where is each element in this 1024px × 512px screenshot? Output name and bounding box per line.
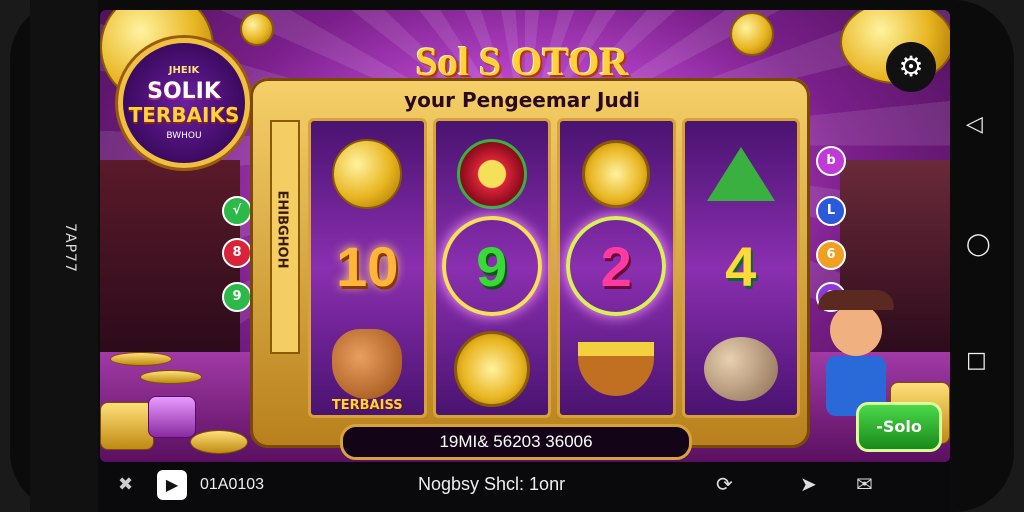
coin-stack-icon <box>190 430 248 454</box>
reel-4: 4 <box>681 118 800 419</box>
reel-2-number: 9 <box>476 234 508 298</box>
sun-coin-icon <box>436 319 549 419</box>
win-counter: 19MI& 56203 36006 <box>340 424 692 460</box>
close-icon[interactable]: ✖ <box>118 474 133 495</box>
left-chip-1[interactable]: √ <box>222 196 252 226</box>
reel-1: 10 TERBAISS <box>308 118 427 418</box>
left-chip-2[interactable]: 8 <box>222 238 252 268</box>
chat-icon[interactable]: ✉ <box>856 472 873 496</box>
treasure-sack-icon <box>685 319 798 419</box>
game-screen: JHEIK SOLIK TERBAIKS BWHOU √ 8 9 b L 6 9… <box>100 10 950 462</box>
bottom-center-text: Nogbsy Shcl: 1onr <box>418 474 566 494</box>
spin-button[interactable]: -Solo <box>856 402 942 452</box>
right-chip-1[interactable]: b <box>816 146 846 176</box>
game-logo: JHEIK SOLIK TERBAIKS BWHOU <box>118 38 250 168</box>
back-icon[interactable]: ◁ <box>966 112 983 137</box>
logo-main-text: SOLIK <box>147 79 221 104</box>
game-subtitle: your Pengeemar Judi <box>404 88 640 112</box>
coin-icon <box>730 12 774 56</box>
side-panel-label: EHIBGHOH <box>274 190 290 269</box>
chip-stack-icon <box>148 396 196 438</box>
gold-coin-stack-icon <box>311 129 424 219</box>
coin-stack-icon <box>110 352 172 366</box>
home-icon[interactable]: ◯ <box>966 232 991 257</box>
red-coin-icon <box>436 129 549 219</box>
logo-bottom-text: BWHOU <box>166 131 202 141</box>
reel-1-number: 10 <box>336 234 399 298</box>
right-chip-3[interactable]: 6 <box>816 240 846 270</box>
reel-4-number: 4 <box>725 234 757 298</box>
left-chip-3[interactable]: 9 <box>222 282 252 312</box>
coin-stack-icon <box>100 402 154 450</box>
balance-text: 01A0103 <box>200 476 265 493</box>
idol-bowl-icon <box>560 319 673 419</box>
recent-icon[interactable]: □ <box>966 348 987 373</box>
coin-stack-icon <box>140 370 202 384</box>
reels: 10 TERBAISS 9 2 4 <box>308 118 800 418</box>
device-side-label: 7AP77 <box>62 223 78 273</box>
bottom-bar: ✖ ▶ 01A0103 Nogbsy Shcl: 1onr ⟳ ➤ ✉ <box>100 462 950 512</box>
bear-mascot-icon: TERBAISS <box>311 309 424 419</box>
mascot-label: TERBAISS <box>331 398 403 413</box>
side-panel: EHIBGHOH <box>270 120 300 354</box>
reel-3: 2 <box>557 118 676 418</box>
app-icon[interactable]: ▶ <box>157 470 187 500</box>
logo-banner-text: TERBAIKS <box>128 103 240 127</box>
game-title: Sol S OTOR <box>415 39 629 84</box>
reel-3-number: 2 <box>600 234 632 298</box>
green-hat-icon <box>685 129 798 219</box>
right-chip-2[interactable]: L <box>816 196 846 226</box>
send-icon[interactable]: ➤ <box>800 472 817 496</box>
coin-icon <box>240 12 274 46</box>
settings-gear-icon[interactable]: ⚙ <box>886 42 936 92</box>
reel-2: 9 <box>432 118 551 419</box>
audience-stage-left <box>100 160 240 360</box>
refresh-icon[interactable]: ⟳ <box>716 472 733 496</box>
star-coin-icon <box>560 129 673 219</box>
logo-small-text: JHEIK <box>168 65 200 76</box>
